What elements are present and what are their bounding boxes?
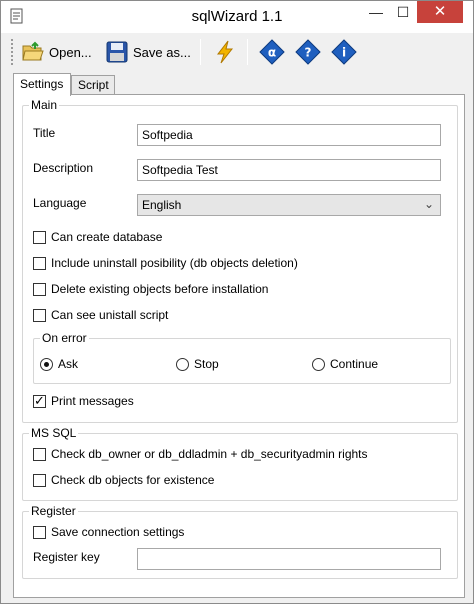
main-group-title: Main bbox=[29, 98, 60, 112]
mssql-group: MS SQL Check db_owner or db_ddladmin + d… bbox=[22, 426, 458, 501]
toolbar: Open... Save as... α ? i bbox=[1, 33, 473, 71]
minimize-button[interactable]: — bbox=[363, 1, 389, 23]
title-label: Title bbox=[33, 126, 56, 140]
description-input[interactable]: Softpedia Test bbox=[137, 159, 441, 181]
description-label: Description bbox=[33, 161, 94, 175]
checkbox-label: Check db objects for existence bbox=[51, 473, 215, 487]
toolbar-separator bbox=[247, 39, 248, 65]
maximize-button[interactable]: ☐ bbox=[390, 1, 416, 23]
help-icon: ? bbox=[295, 39, 321, 65]
toolbar-separator bbox=[200, 39, 201, 65]
radio-continue[interactable]: Continue bbox=[312, 357, 378, 371]
app-window: sqlWizard 1.1 — ☐ ✕ Open... Save as... α… bbox=[0, 0, 474, 604]
checkbox-box bbox=[33, 308, 46, 322]
tab-script[interactable]: Script bbox=[71, 75, 115, 95]
check-db-objects-checkbox[interactable]: Check db objects for existence bbox=[33, 473, 214, 487]
checkbox-box bbox=[33, 525, 46, 539]
checkbox-label: Can see unistall script bbox=[51, 308, 169, 322]
register-group: Register Save connection settings Regist… bbox=[22, 504, 458, 579]
radio-ask[interactable]: Ask bbox=[40, 357, 78, 371]
info-icon: i bbox=[331, 39, 357, 65]
radio-label: Ask bbox=[58, 357, 79, 371]
radio-label: Continue bbox=[330, 357, 379, 371]
chevron-down-icon: ⌄ bbox=[423, 197, 434, 211]
language-select-value: English bbox=[142, 198, 182, 212]
title-input[interactable]: Softpedia bbox=[137, 124, 441, 146]
info-button[interactable]: i bbox=[331, 38, 357, 66]
toolbar-grip bbox=[11, 39, 14, 65]
language-label: Language bbox=[33, 196, 87, 210]
checkbox-box bbox=[33, 282, 46, 296]
checkbox-box bbox=[33, 393, 46, 409]
checkbox-box bbox=[33, 447, 46, 461]
checkbox-label: Can create database bbox=[51, 230, 163, 244]
lightning-icon bbox=[216, 40, 234, 64]
close-button[interactable]: ✕ bbox=[417, 1, 463, 23]
svg-text:α: α bbox=[268, 46, 276, 60]
checkbox-label: Include uninstall posibility (db objects… bbox=[51, 256, 298, 270]
include-uninstall-checkbox[interactable]: Include uninstall posibility (db objects… bbox=[33, 256, 298, 270]
floppy-disk-icon bbox=[106, 41, 128, 63]
print-messages-checkbox[interactable]: Print messages bbox=[33, 393, 134, 409]
radio-dot bbox=[312, 357, 325, 371]
settings-panel: Main Title Softpedia Description Softped… bbox=[13, 94, 465, 598]
open-button[interactable]: Open... bbox=[21, 38, 92, 66]
language-select[interactable]: English ⌄ bbox=[137, 194, 441, 216]
tab-settings[interactable]: Settings bbox=[13, 73, 71, 96]
can-create-database-checkbox[interactable]: Can create database bbox=[33, 230, 162, 244]
checkbox-box bbox=[33, 230, 46, 244]
can-see-uninstall-script-checkbox[interactable]: Can see unistall script bbox=[33, 308, 168, 322]
checkbox-box bbox=[33, 256, 46, 270]
main-group: Main Title Softpedia Description Softped… bbox=[22, 98, 458, 423]
radio-stop[interactable]: Stop bbox=[176, 357, 219, 371]
alpha-icon: α bbox=[259, 39, 285, 65]
checkbox-label: Print messages bbox=[51, 394, 134, 408]
on-error-title: On error bbox=[40, 331, 89, 345]
title-bar: sqlWizard 1.1 — ☐ ✕ bbox=[1, 1, 473, 33]
register-key-input[interactable] bbox=[137, 548, 441, 570]
delete-existing-checkbox[interactable]: Delete existing objects before installat… bbox=[33, 282, 268, 296]
on-error-group: On error Ask Stop Continue bbox=[33, 331, 451, 384]
save-as-button-label: Save as... bbox=[133, 44, 191, 60]
help-button[interactable]: ? bbox=[295, 38, 321, 66]
checkbox-label: Delete existing objects before installat… bbox=[51, 282, 269, 296]
checkbox-label: Check db_owner or db_ddladmin + db_secur… bbox=[51, 447, 368, 461]
svg-text:i: i bbox=[342, 46, 346, 60]
run-button[interactable] bbox=[213, 38, 237, 66]
checkbox-label: Save connection settings bbox=[51, 525, 185, 539]
save-as-button[interactable]: Save as... bbox=[105, 38, 191, 66]
open-button-label: Open... bbox=[49, 44, 92, 60]
mssql-group-title: MS SQL bbox=[29, 426, 79, 440]
check-db-owner-checkbox[interactable]: Check db_owner or db_ddladmin + db_secur… bbox=[33, 447, 368, 461]
radio-label: Stop bbox=[194, 357, 219, 371]
register-group-title: Register bbox=[29, 504, 78, 518]
svg-text:?: ? bbox=[305, 46, 312, 60]
register-key-label: Register key bbox=[33, 550, 100, 564]
alpha-button[interactable]: α bbox=[259, 38, 285, 66]
checkbox-box bbox=[33, 473, 46, 487]
save-connection-checkbox[interactable]: Save connection settings bbox=[33, 525, 184, 539]
radio-dot bbox=[40, 357, 53, 371]
folder-open-icon bbox=[22, 41, 44, 61]
radio-dot bbox=[176, 357, 189, 371]
